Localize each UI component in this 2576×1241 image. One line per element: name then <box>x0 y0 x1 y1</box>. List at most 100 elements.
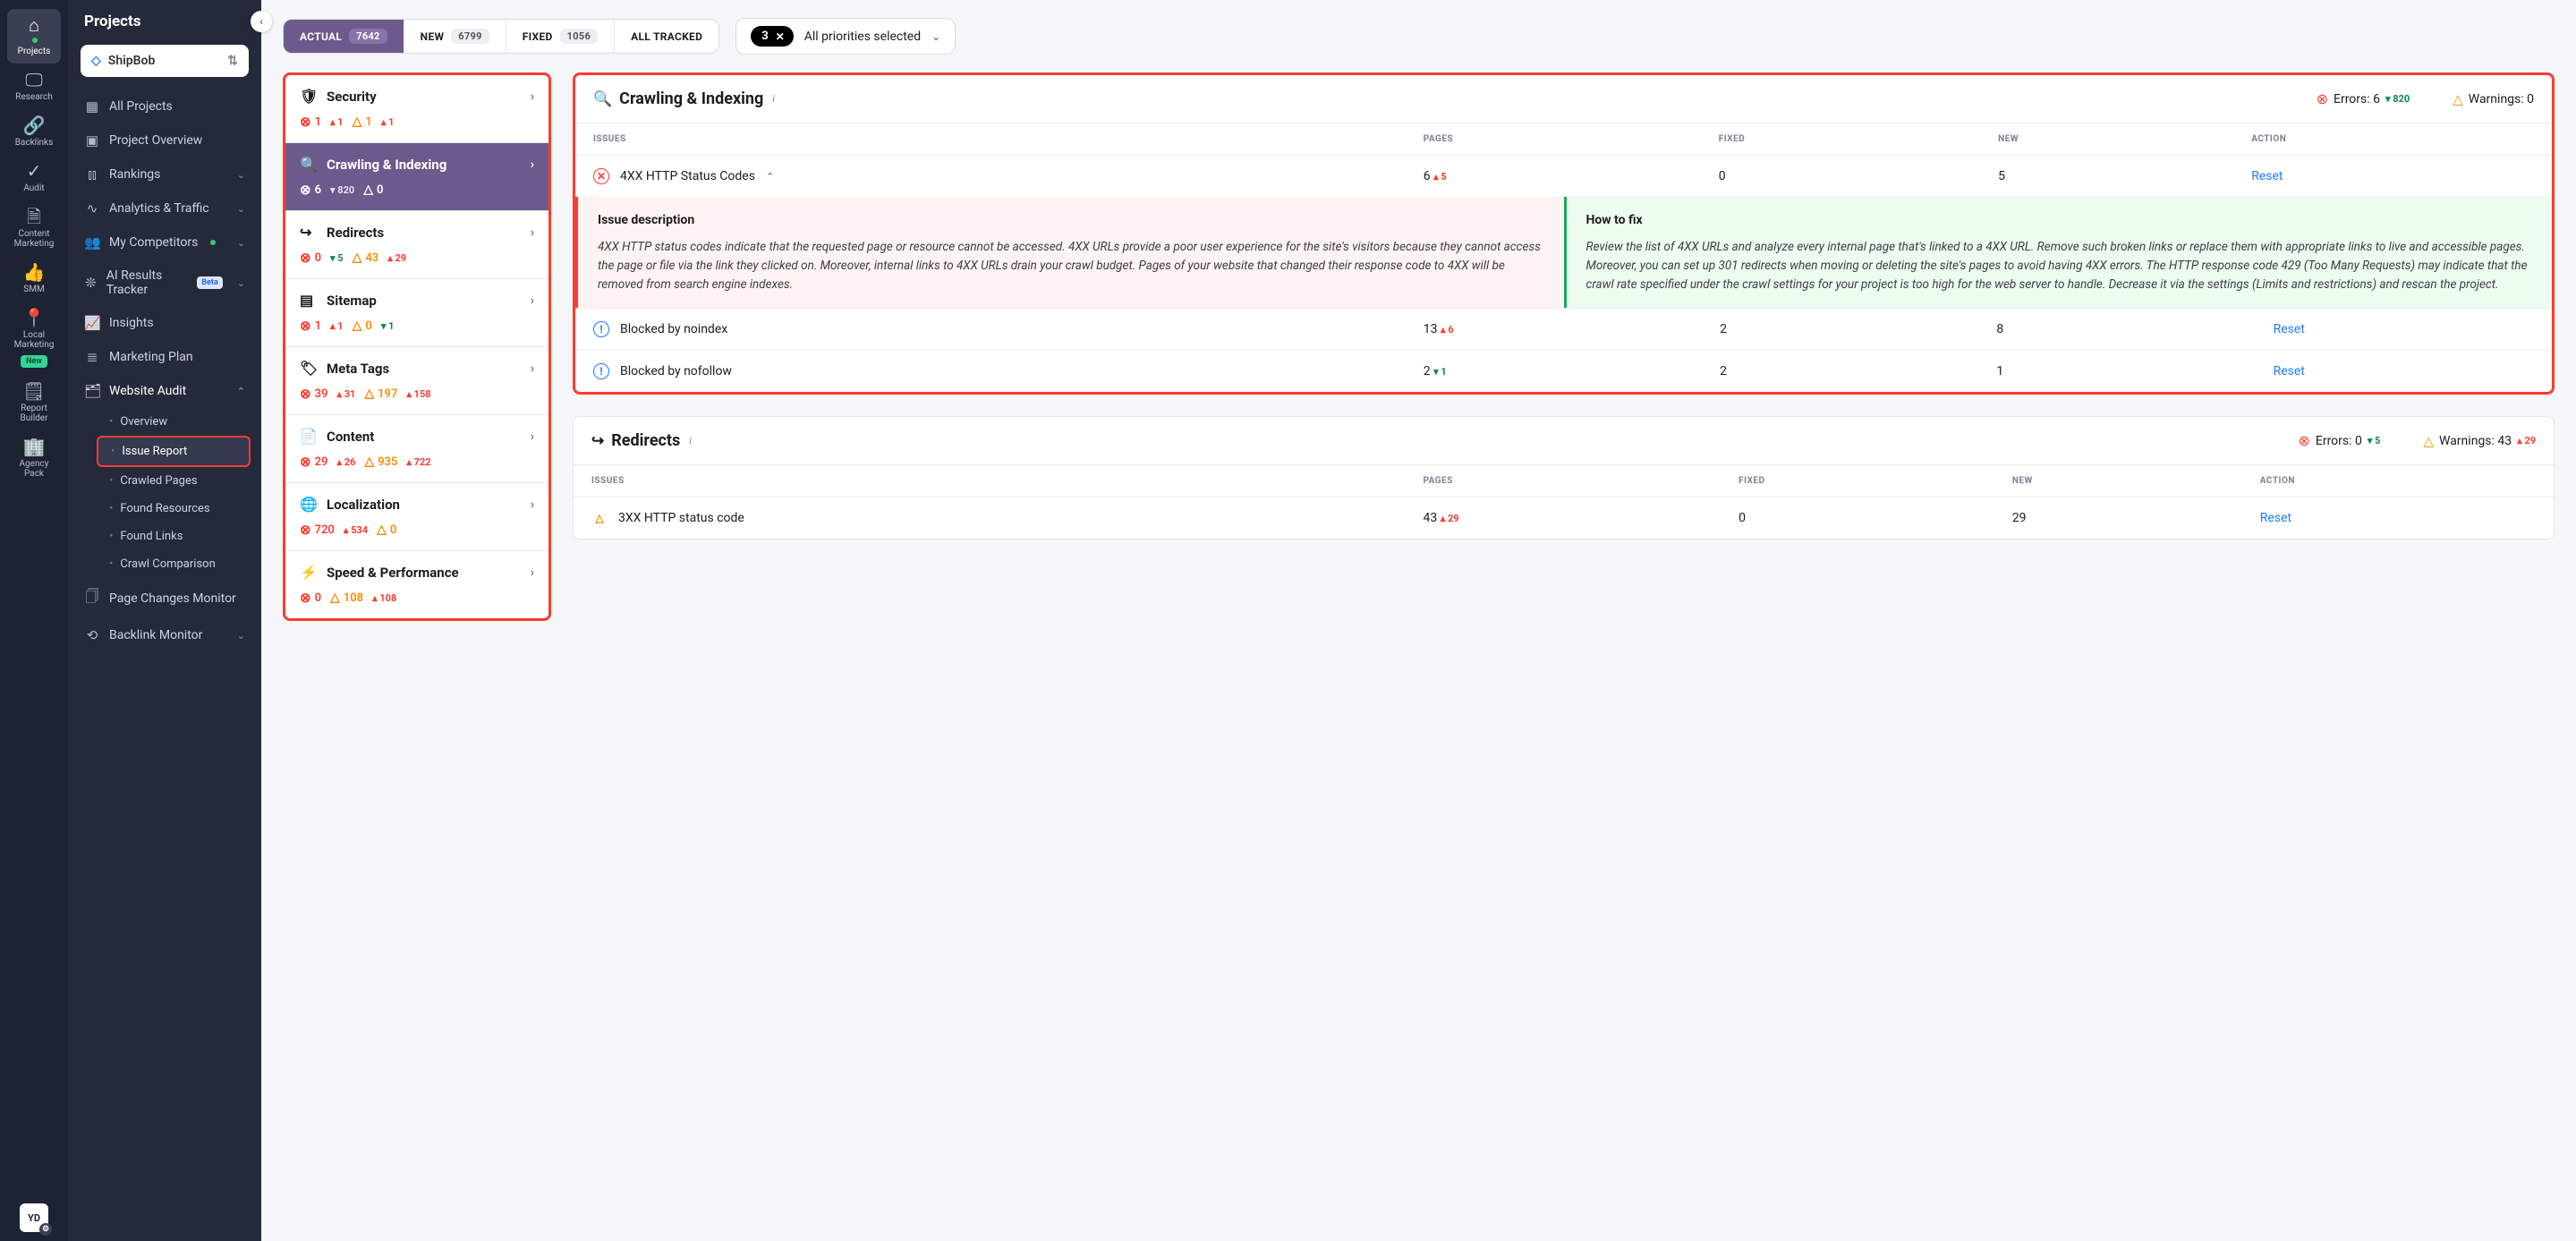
rail-item-agency-pack[interactable]: Agency Pack <box>7 430 61 486</box>
nav-item-analytics-traffic[interactable]: Analytics & Traffic⌄ <box>68 191 261 225</box>
warning-delta: 29 <box>387 252 406 264</box>
info-icon: ! <box>593 321 609 337</box>
rail-label: Projects <box>18 47 51 56</box>
issue-name: Blocked by noindex <box>620 322 727 336</box>
category-redirects[interactable]: Redirects›054329 <box>285 211 548 279</box>
nav-item-backlink-monitor[interactable]: Backlink Monitor⌄ <box>68 618 261 652</box>
info-icon[interactable]: i <box>772 93 775 105</box>
reset-link[interactable]: Reset <box>2260 511 2291 525</box>
tab-fixed[interactable]: FIXED1056 <box>506 20 615 53</box>
nav-item-website-audit[interactable]: Website Audit⌃ <box>68 374 261 408</box>
reset-link[interactable]: Reset <box>2274 364 2305 378</box>
pages-value: 2 <box>1424 364 1431 378</box>
category-speed-performance[interactable]: Speed & Performance›0108108 <box>285 551 548 618</box>
nav-item-page-changes-monitor[interactable]: Page Changes Monitor <box>68 578 261 618</box>
category-security[interactable]: Security›1111 <box>285 75 548 143</box>
issue-row[interactable]: !Blocked by nofollow2 121Reset <box>575 351 2552 393</box>
pages-value: 43 <box>1423 511 1437 525</box>
issue-row[interactable]: ✕4XX HTTP Status Codes ⌃6 505Reset <box>575 156 2552 198</box>
ic-speed-icon <box>300 564 316 581</box>
status-dot <box>210 240 216 245</box>
tab-all-tracked[interactable]: ALL TRACKED <box>615 20 718 53</box>
rail-item-local-marketing[interactable]: Local MarketingNew <box>7 302 61 375</box>
tab-label: NEW <box>421 30 445 43</box>
nav-item-my-competitors[interactable]: My Competitors⌄ <box>68 225 261 259</box>
nav-sub-found-resources[interactable]: Found Resources <box>97 495 251 523</box>
rail-item-report-builder[interactable]: Report Builder <box>7 375 61 430</box>
nav-item-project-overview[interactable]: Project Overview <box>68 123 261 157</box>
issue-name: 4XX HTTP Status Codes <box>620 169 755 183</box>
issues-table: ISSUES PAGES FIXED NEW ACTION △3XX HTTP … <box>574 465 2554 539</box>
category-crawling-indexing[interactable]: Crawling & Indexing›68200 <box>285 143 548 211</box>
ic-redirect-icon <box>300 224 316 241</box>
nav-sub-found-links[interactable]: Found Links <box>97 523 251 550</box>
ic-pulse-icon <box>84 200 100 217</box>
ic-backlink-icon <box>84 627 100 643</box>
rail-item-audit[interactable]: Audit <box>7 155 61 200</box>
rail-item-research[interactable]: Research <box>7 64 61 109</box>
category-label: Meta Tags <box>327 361 389 377</box>
nav-sub-crawled-pages[interactable]: Crawled Pages <box>97 467 251 495</box>
reset-link[interactable]: Reset <box>2251 169 2283 183</box>
warning-delta: 722 <box>406 456 430 468</box>
tab-count: 7642 <box>349 29 387 44</box>
error-delta: 26 <box>336 456 355 468</box>
rail-item-content-marketing[interactable]: Content Marketing <box>7 200 61 256</box>
status-tabs: ACTUAL7642NEW6799FIXED1056 ALL TRACKED <box>283 19 719 54</box>
reset-link[interactable]: Reset <box>2274 322 2305 336</box>
rail-label: Local Marketing <box>11 330 57 350</box>
issue-sections: Crawling & Indexing i Errors: 6 820 Warn… <box>573 72 2555 540</box>
nav-item-ai-results-tracker[interactable]: AI Results TrackerBeta⌄ <box>68 259 261 306</box>
chevron-updown-icon: ⇅ <box>227 54 238 68</box>
chevron-down-icon: ⌄ <box>237 169 245 181</box>
sidepanel-title: Projects <box>68 0 261 39</box>
tab-new[interactable]: NEW6799 <box>404 20 506 53</box>
error-icon: ✕ <box>593 168 609 184</box>
new-value: 1 <box>1978 351 2255 393</box>
issue-row[interactable]: △3XX HTTP status code43 29029Reset <box>574 497 2554 540</box>
nav-item-rankings[interactable]: Rankings⌄ <box>68 157 261 191</box>
nav-sub-overview[interactable]: Overview <box>97 408 251 436</box>
user-avatar[interactable]: YD⚙ <box>20 1203 48 1232</box>
nav-label: Page Changes Monitor <box>109 591 236 606</box>
priority-label: All priorities selected <box>804 30 921 44</box>
pages-value: 13 <box>1424 322 1438 336</box>
tab-label: ALL TRACKED <box>631 30 702 43</box>
nav-item-insights[interactable]: Insights <box>68 306 261 340</box>
fixed-value: 2 <box>1702 309 1978 351</box>
collapse-sidepanel-button[interactable]: ‹ <box>251 11 272 32</box>
nav-label: Insights <box>109 316 154 330</box>
warnings-stat: Warnings: 43 29 <box>2423 433 2536 449</box>
warning-count: 0 <box>363 183 383 197</box>
nav-label: AI Results Tracker <box>106 268 189 297</box>
error-count: 0 <box>300 590 321 606</box>
rail-label: Content Marketing <box>11 229 57 249</box>
tab-actual[interactable]: ACTUAL7642 <box>284 20 404 53</box>
close-icon[interactable]: ✕ <box>776 30 785 43</box>
category-localization[interactable]: Localization›7205340 <box>285 483 548 551</box>
issue-row[interactable]: !Blocked by noindex13 628Reset <box>575 309 2552 351</box>
info-icon[interactable]: i <box>689 435 692 446</box>
rail-item-projects[interactable]: Projects <box>7 9 61 64</box>
chevron-up-icon: ⌃ <box>766 171 774 183</box>
issue-description: Issue description 4XX HTTP status codes … <box>575 197 1564 308</box>
category-meta-tags[interactable]: Meta Tags›3931197158 <box>285 347 548 415</box>
ic-doc-icon <box>27 208 41 225</box>
warnings-stat: Warnings: 0 <box>2453 91 2534 107</box>
nav-sub-crawl-comparison[interactable]: Crawl Comparison <box>97 550 251 578</box>
issue-name: 3XX HTTP status code <box>618 511 744 525</box>
rail-item-backlinks[interactable]: Backlinks <box>7 109 61 155</box>
project-selector[interactable]: ShipBob ⇅ <box>81 45 249 77</box>
rail-label: Backlinks <box>15 138 54 148</box>
priority-selector[interactable]: 3 ✕ All priorities selected ⌄ <box>735 18 956 55</box>
fixed-value: 0 <box>1721 497 1994 540</box>
rail-item-smm[interactable]: SMM <box>7 256 61 302</box>
category-content[interactable]: Content›2926935722 <box>285 415 548 483</box>
tab-label: FIXED <box>523 30 553 43</box>
section-header: Crawling & Indexing i Errors: 6 820 Warn… <box>575 75 2552 123</box>
category-sitemap[interactable]: Sitemap›1101 <box>285 279 548 347</box>
nav-item-marketing-plan[interactable]: Marketing Plan <box>68 340 261 374</box>
priority-pill[interactable]: 3 ✕ <box>751 26 794 47</box>
nav-item-all-projects[interactable]: All Projects <box>68 89 261 123</box>
nav-sub-issue-report[interactable]: Issue Report <box>97 436 251 467</box>
